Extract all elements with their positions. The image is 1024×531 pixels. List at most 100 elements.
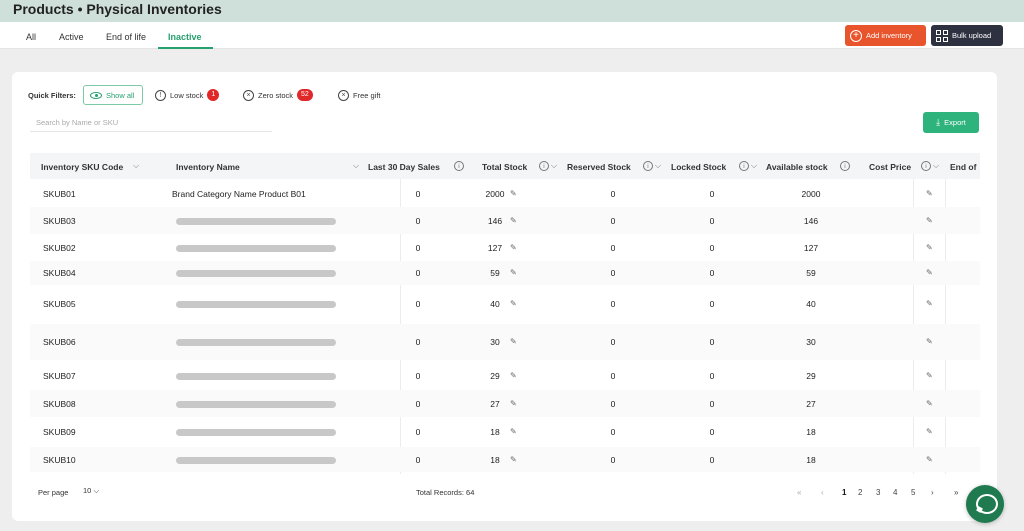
edit-icon[interactable]: ✎ — [510, 268, 517, 277]
locked-stock-cell: 0 — [709, 398, 715, 409]
col-header-total[interactable]: Total Stock — [482, 162, 527, 172]
sku-cell: SKUB05 — [43, 299, 76, 309]
reserved-stock-cell: 0 — [610, 398, 616, 409]
chevron-down-icon[interactable]: ⌵ — [133, 161, 139, 171]
bulk-upload-button[interactable]: Bulk upload — [931, 25, 1003, 46]
name-cell: Brand Category Name Product B01 — [172, 189, 306, 199]
edit-icon[interactable]: ✎ — [510, 455, 517, 464]
edit-icon[interactable]: ✎ — [926, 243, 933, 252]
col-header-locked[interactable]: Locked Stock — [671, 162, 726, 172]
page-title: Products • Physical Inventories — [13, 1, 222, 17]
download-icon: ⤓ — [936, 117, 941, 127]
info-icon[interactable]: i — [643, 161, 653, 171]
locked-stock-cell: 0 — [709, 299, 715, 309]
edit-icon[interactable]: ✎ — [926, 455, 933, 464]
info-icon[interactable]: i — [454, 161, 464, 171]
edit-icon[interactable]: ✎ — [926, 299, 933, 308]
chevron-down-icon[interactable]: ⌵ — [933, 161, 939, 171]
edit-icon[interactable]: ✎ — [926, 371, 933, 380]
edit-icon[interactable]: ✎ — [510, 371, 517, 380]
tab-all[interactable]: All — [26, 32, 36, 42]
col-header-available[interactable]: Available stock — [766, 162, 828, 172]
info-icon[interactable]: i — [840, 161, 850, 171]
edit-icon[interactable]: ✎ — [926, 427, 933, 436]
col-header-end-of[interactable]: End of — [950, 162, 976, 172]
chevron-down-icon[interactable]: ⌵ — [551, 161, 557, 171]
page-1-button[interactable]: 1 — [842, 488, 846, 497]
table-header: Inventory SKU Code ⌵ Inventory Name ⌵ La… — [30, 153, 980, 179]
locked-stock-cell: 0 — [709, 454, 715, 465]
active-tab-underline — [158, 47, 213, 49]
col-header-name[interactable]: Inventory Name — [176, 162, 240, 172]
bulk-upload-label: Bulk upload — [952, 31, 992, 40]
add-inventory-button[interactable]: + Add inventory — [845, 25, 926, 46]
export-button[interactable]: ⤓ Export — [923, 112, 979, 133]
filter-show-all-label: Show all — [106, 90, 135, 100]
chevron-down-icon[interactable]: ⌵ — [655, 161, 661, 171]
edit-icon[interactable]: ✎ — [926, 337, 933, 346]
last-page-button[interactable]: » — [954, 488, 958, 497]
info-icon[interactable]: i — [539, 161, 549, 171]
sku-cell: SKUB09 — [43, 427, 76, 437]
available-stock-cell: 40 — [806, 299, 816, 309]
filter-low-stock[interactable]: ! Low stock 1 — [155, 85, 220, 105]
locked-stock-cell: 0 — [709, 243, 715, 253]
edit-icon[interactable]: ✎ — [926, 399, 933, 408]
tab-inactive[interactable]: Inactive — [168, 32, 202, 42]
sku-cell: SKUB01 — [43, 189, 76, 199]
name-placeholder-bar — [176, 301, 336, 308]
col-header-reserved[interactable]: Reserved Stock — [567, 162, 631, 172]
col-header-sku[interactable]: Inventory SKU Code — [41, 162, 123, 172]
available-stock-cell: 30 — [806, 337, 816, 347]
sales30-cell: 0 — [415, 189, 421, 199]
info-icon[interactable]: i — [739, 161, 749, 171]
sku-cell: SKUB02 — [43, 243, 76, 253]
edit-icon[interactable]: ✎ — [510, 337, 517, 346]
reserved-stock-cell: 0 — [610, 268, 616, 278]
first-page-button[interactable]: « — [797, 488, 801, 497]
edit-icon[interactable]: ✎ — [926, 268, 933, 277]
prev-page-button[interactable]: ‹ — [821, 488, 824, 497]
chat-icon[interactable] — [966, 485, 1004, 523]
per-page-select[interactable]: 10 ⌵ — [83, 486, 99, 496]
edit-icon[interactable]: ✎ — [510, 299, 517, 308]
chevron-down-icon[interactable]: ⌵ — [353, 161, 359, 171]
edit-icon[interactable]: ✎ — [510, 189, 517, 198]
filter-free-gift[interactable]: × Free gift — [338, 85, 381, 105]
reserved-stock-cell: 0 — [610, 189, 616, 199]
page-5-button[interactable]: 5 — [911, 488, 915, 497]
name-placeholder-bar — [176, 270, 336, 277]
sku-cell: SKUB04 — [43, 268, 76, 278]
info-icon[interactable]: i — [921, 161, 931, 171]
total-stock-cell: 29 — [490, 370, 500, 381]
next-page-button[interactable]: › — [931, 488, 934, 497]
page-2-button[interactable]: 2 — [858, 488, 862, 497]
export-label: Export — [944, 118, 966, 127]
close-circle-icon: × — [338, 89, 349, 101]
sku-cell: SKUB08 — [43, 398, 76, 409]
col-header-cost[interactable]: Cost Price — [869, 162, 911, 172]
edit-icon[interactable]: ✎ — [510, 399, 517, 408]
quick-filters-label: Quick Filters: — [28, 91, 76, 100]
search-input[interactable] — [30, 113, 272, 132]
chevron-down-icon[interactable]: ⌵ — [751, 161, 757, 171]
total-stock-cell: 18 — [490, 427, 500, 437]
edit-icon[interactable]: ✎ — [926, 216, 933, 225]
edit-icon[interactable]: ✎ — [926, 189, 933, 198]
tab-end-of-life[interactable]: End of life — [106, 32, 146, 42]
edit-icon[interactable]: ✎ — [510, 427, 517, 436]
col-header-sales30[interactable]: Last 30 Day Sales — [368, 162, 440, 172]
page-4-button[interactable]: 4 — [893, 488, 897, 497]
available-stock-cell: 29 — [806, 370, 816, 381]
sales30-cell: 0 — [415, 215, 421, 226]
edit-icon[interactable]: ✎ — [510, 243, 517, 252]
filter-show-all[interactable]: Show all — [83, 85, 143, 105]
filter-zero-stock[interactable]: × Zero stock 52 — [243, 85, 313, 105]
total-stock-cell: 30 — [490, 337, 500, 347]
per-page-label: Per page — [38, 488, 69, 497]
page-3-button[interactable]: 3 — [876, 488, 880, 497]
edit-icon[interactable]: ✎ — [510, 216, 517, 225]
close-circle-icon: × — [243, 89, 254, 101]
available-stock-cell: 2000 — [801, 189, 821, 199]
tab-active[interactable]: Active — [59, 32, 84, 42]
